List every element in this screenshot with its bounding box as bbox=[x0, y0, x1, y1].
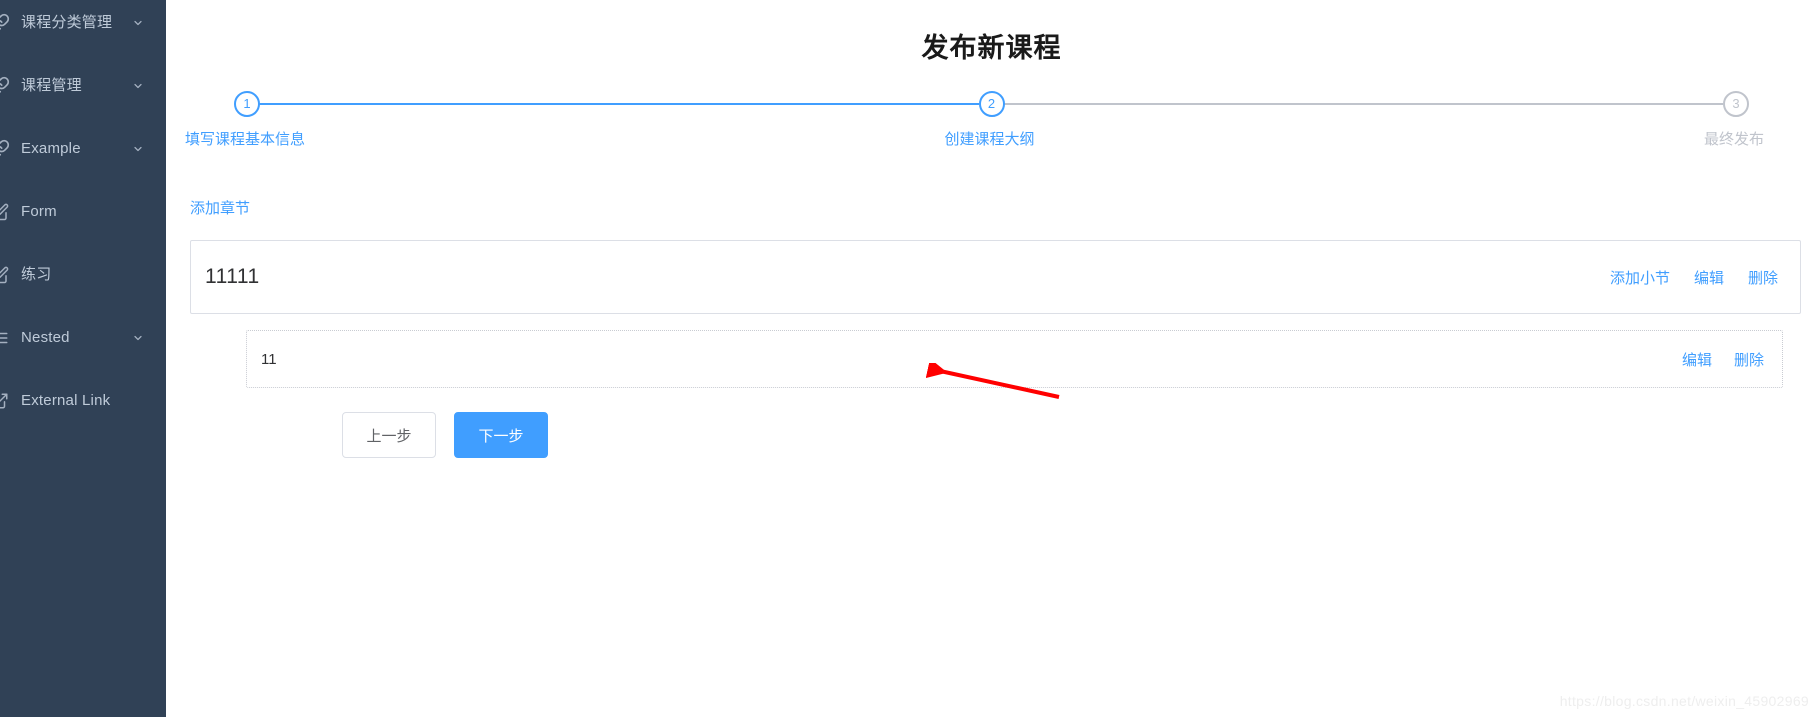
chapter-actions: 添加小节 编辑 删除 bbox=[1610, 267, 1778, 288]
section-title: 11 bbox=[261, 350, 277, 368]
watermark-text: https://blog.csdn.net/weixin_45902969 bbox=[1559, 693, 1809, 709]
sidebar-item-example[interactable]: Example bbox=[0, 130, 166, 168]
step-3-head: 3 bbox=[1723, 91, 1749, 117]
sidebar-item-external-link[interactable]: External Link bbox=[0, 382, 166, 420]
chevron-down-icon bbox=[132, 332, 144, 344]
step-2-number: 2 bbox=[978, 91, 1005, 117]
section-row: 11 编辑 删除 bbox=[246, 330, 1783, 388]
step-3-number: 3 bbox=[1723, 91, 1749, 117]
chevron-down-icon bbox=[132, 17, 144, 29]
form-icon bbox=[0, 266, 12, 284]
next-step-button[interactable]: 下一步 bbox=[454, 412, 548, 458]
step-1-connector bbox=[259, 103, 979, 105]
step-2-label: 创建课程大纲 bbox=[944, 131, 1035, 148]
sidebar-item-nested[interactable]: Nested bbox=[0, 319, 166, 357]
sidebar-item-label: Example bbox=[21, 140, 81, 157]
step-2-connector bbox=[1003, 103, 1723, 105]
edit-section-button[interactable]: 编辑 bbox=[1682, 349, 1712, 370]
app-root: 课程分类管理 课程管理 Example Form 练习 Nested Exter… bbox=[0, 0, 1817, 717]
sidebar: 课程分类管理 课程管理 Example Form 练习 Nested Exter… bbox=[0, 0, 166, 717]
step-1-number: 1 bbox=[234, 91, 260, 117]
sidebar-item-label: 课程管理 bbox=[21, 77, 82, 94]
chevron-down-icon bbox=[132, 80, 144, 92]
chapter-title: 11111 bbox=[205, 265, 260, 288]
edit-chapter-button[interactable]: 编辑 bbox=[1694, 267, 1724, 288]
add-section-button[interactable]: 添加小节 bbox=[1610, 267, 1670, 288]
link-icon bbox=[0, 139, 12, 159]
step-3-label: 最终发布 bbox=[1703, 131, 1765, 148]
outline-editor: 添加章节 11111 添加小节 编辑 删除 11 编辑 删除 上一步 下一步 bbox=[190, 163, 1801, 458]
wizard-footer: 上一步 下一步 bbox=[342, 412, 1801, 458]
sidebar-item-label: External Link bbox=[21, 392, 111, 409]
delete-chapter-button[interactable]: 删除 bbox=[1748, 267, 1778, 288]
main-content: 发布新课程 1 填写课程基本信息 2 创建课程大纲 3 最终发布 添加章节 11… bbox=[166, 0, 1817, 717]
step-1[interactable]: 1 填写课程基本信息 bbox=[185, 91, 979, 163]
sidebar-item-course-category-management[interactable]: 课程分类管理 bbox=[0, 4, 166, 42]
previous-step-button[interactable]: 上一步 bbox=[342, 412, 436, 458]
form-icon bbox=[0, 203, 12, 221]
section-actions: 编辑 删除 bbox=[1682, 349, 1764, 370]
sidebar-item-course-management[interactable]: 课程管理 bbox=[0, 67, 166, 105]
sidebar-item-practice[interactable]: 练习 bbox=[0, 256, 166, 294]
sidebar-item-form[interactable]: Form bbox=[0, 193, 166, 231]
step-2[interactable]: 2 创建课程大纲 bbox=[944, 91, 1723, 163]
delete-section-button[interactable]: 删除 bbox=[1734, 349, 1764, 370]
sidebar-item-label: Nested bbox=[21, 329, 70, 346]
step-1-head: 1 bbox=[234, 91, 979, 117]
sidebar-item-label: 课程分类管理 bbox=[21, 14, 113, 31]
page-title: 发布新课程 bbox=[921, 33, 1062, 63]
external-link-icon bbox=[0, 392, 12, 410]
chapter-row: 11111 添加小节 编辑 删除 bbox=[190, 240, 1801, 314]
step-3[interactable]: 3 最终发布 bbox=[1704, 91, 1764, 163]
add-chapter-button[interactable]: 添加章节 bbox=[190, 197, 250, 218]
stepper: 1 填写课程基本信息 2 创建课程大纲 3 最终发布 bbox=[185, 91, 1764, 163]
link-icon bbox=[0, 13, 12, 33]
chevron-down-icon bbox=[132, 143, 144, 155]
nested-list-icon bbox=[0, 329, 12, 347]
step-2-head: 2 bbox=[978, 91, 1723, 117]
sidebar-item-label: 练习 bbox=[21, 266, 52, 283]
sidebar-item-label: Form bbox=[21, 203, 57, 220]
step-1-label: 填写课程基本信息 bbox=[184, 131, 306, 148]
link-icon bbox=[0, 76, 12, 96]
